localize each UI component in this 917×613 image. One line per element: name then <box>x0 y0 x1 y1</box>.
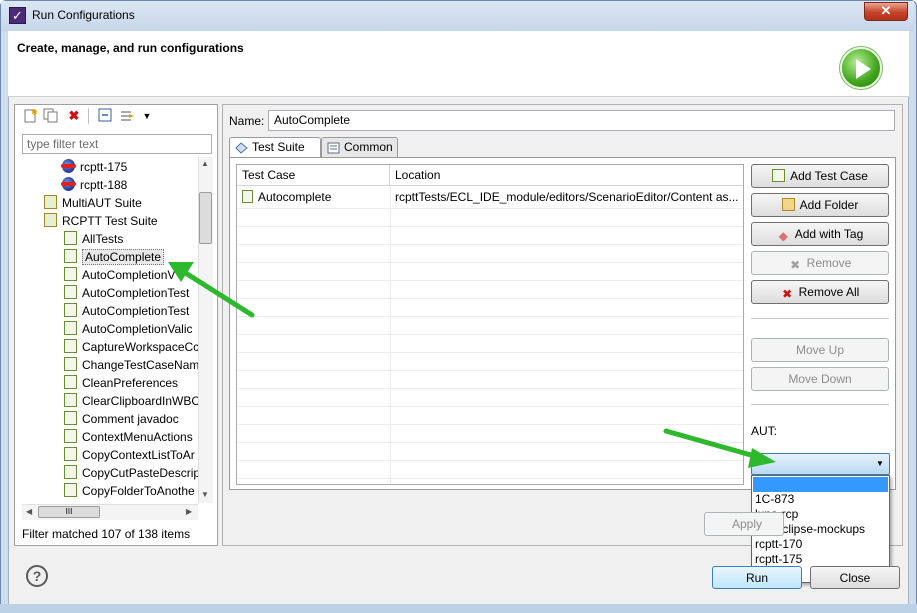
annotation-arrow-aut <box>663 428 776 468</box>
annotation-arrows <box>168 262 776 468</box>
annotation-arrow-tree <box>168 262 255 318</box>
